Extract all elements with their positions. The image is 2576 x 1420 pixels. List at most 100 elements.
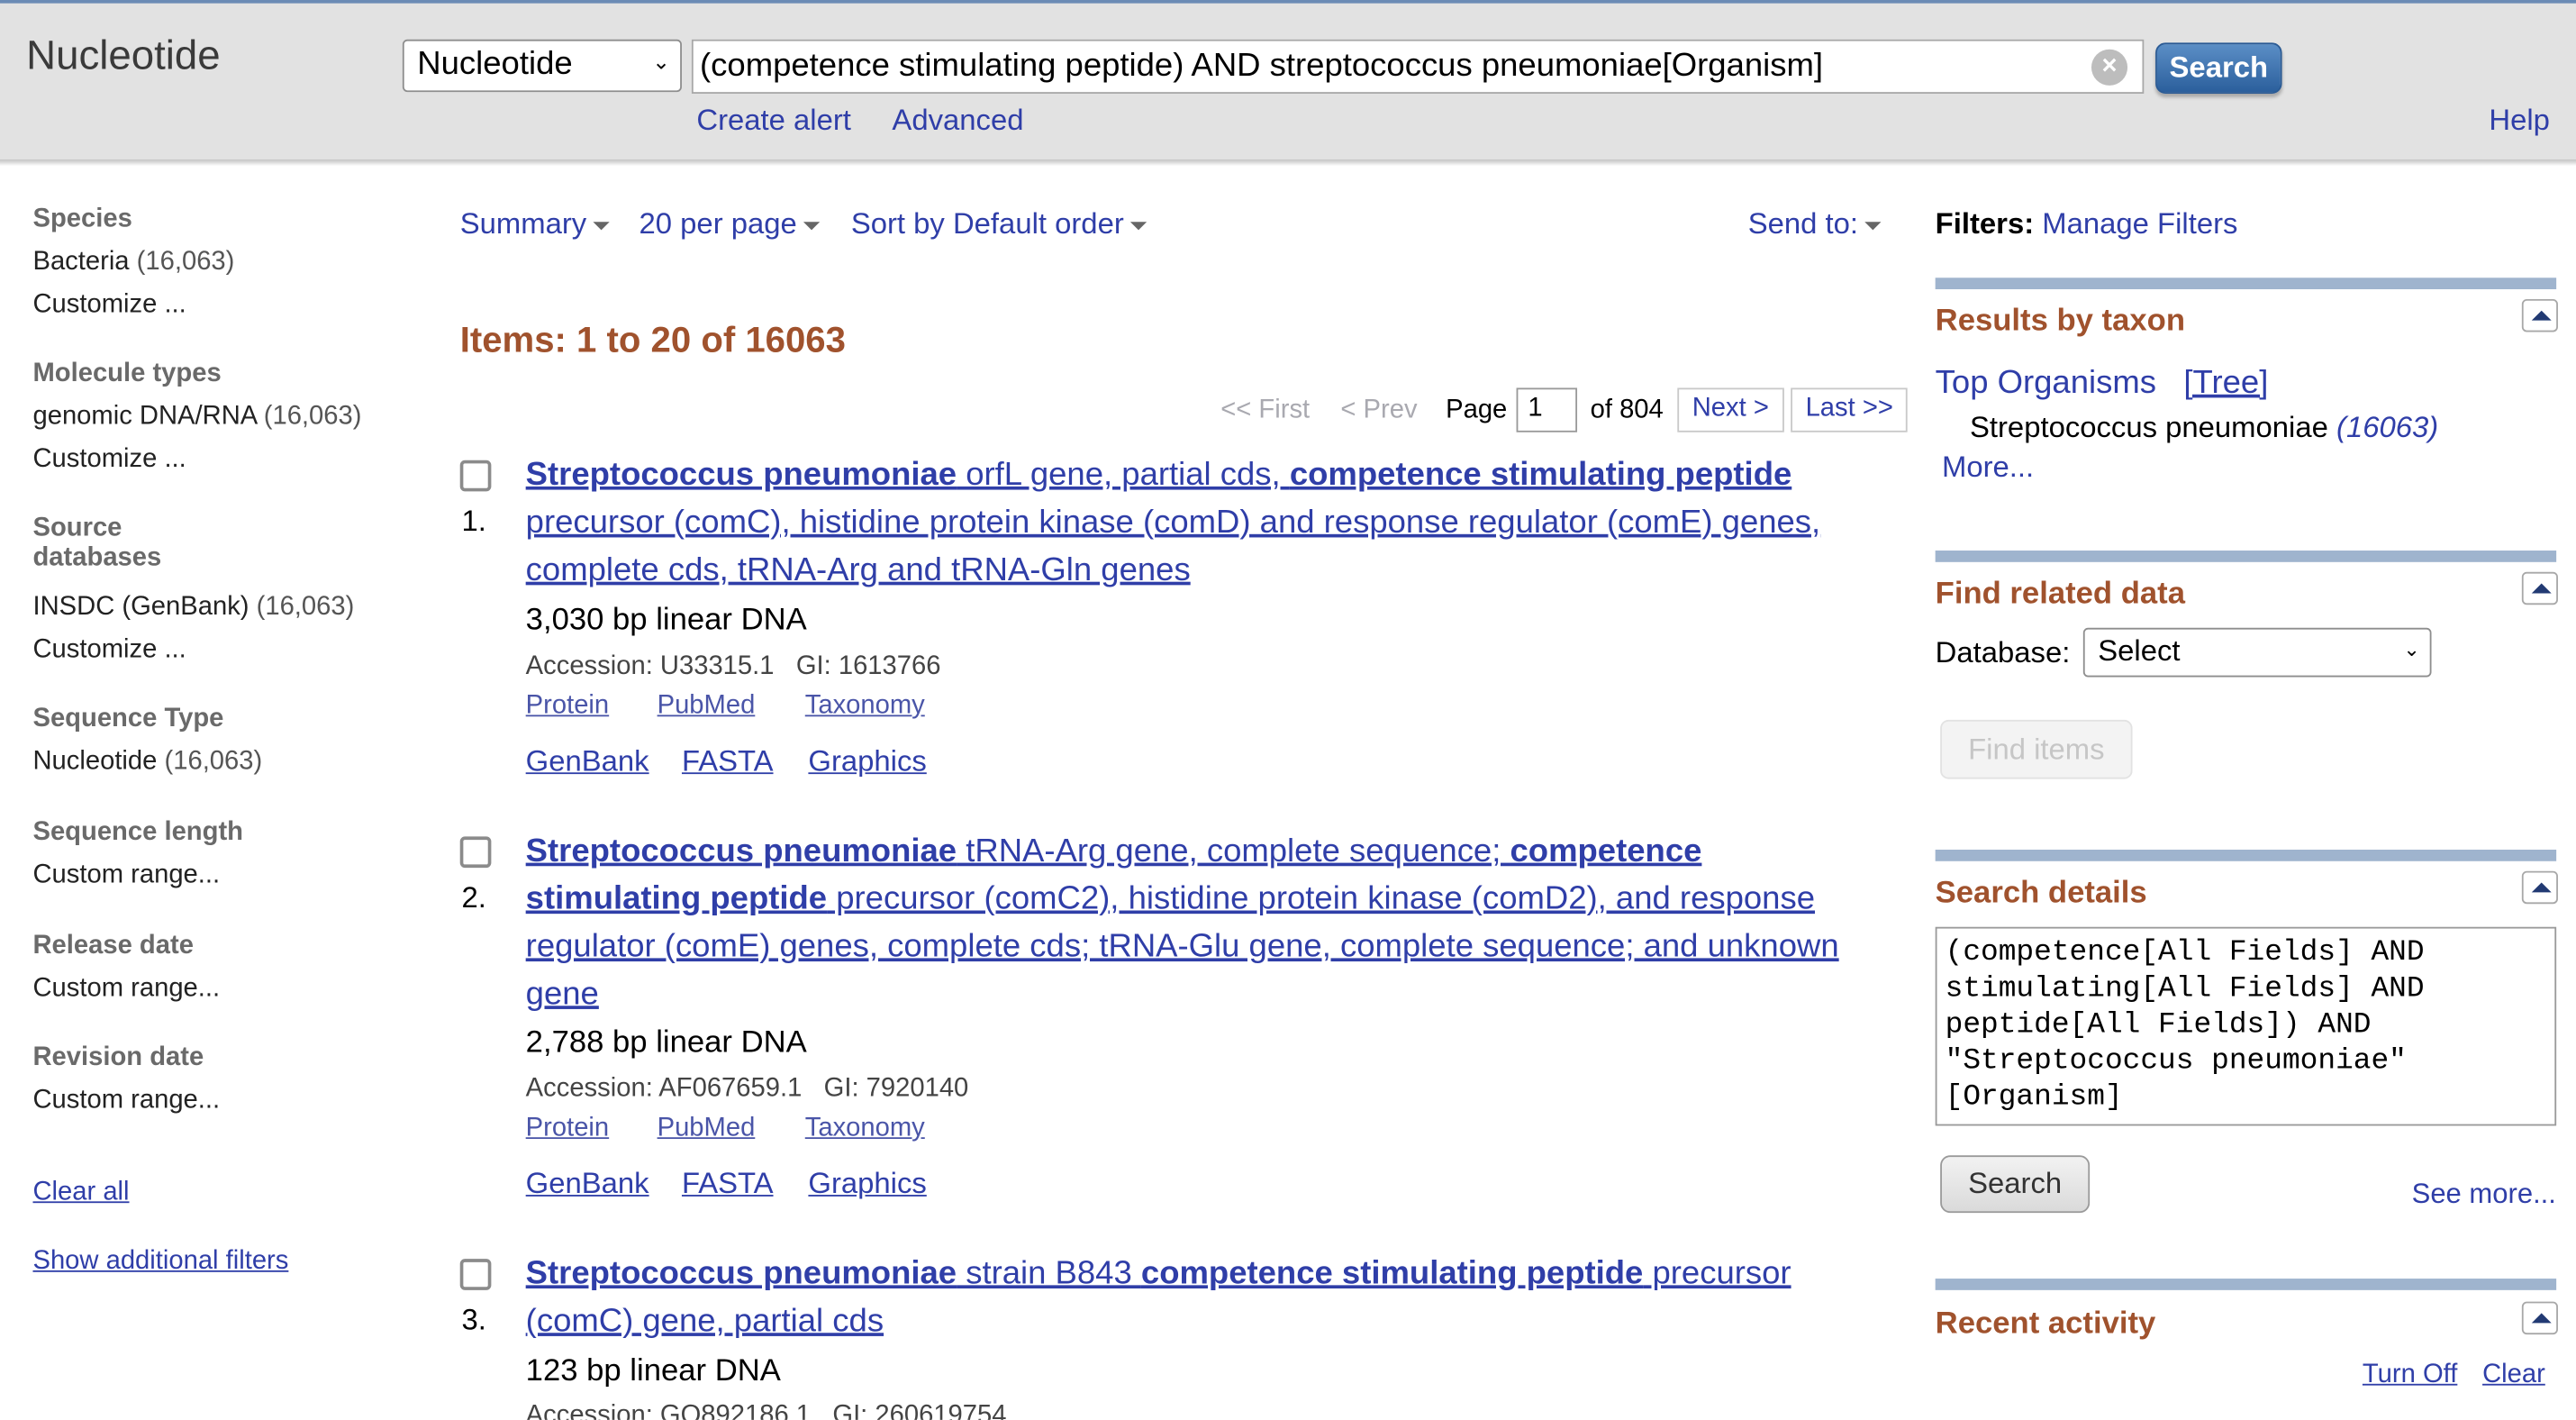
filters-label: Filters: [1935, 206, 2035, 241]
result-accession: Accession: U33315.1 GI: 1613766 [526, 652, 941, 682]
clear-recent-link[interactable]: Clear [2482, 1361, 2545, 1390]
create-alert-link[interactable]: Create alert [696, 104, 851, 138]
help-link[interactable]: Help [2489, 104, 2550, 138]
sequence-type-value: Nucleotide [32, 747, 158, 776]
per-page-dropdown-icon [803, 221, 821, 230]
show-additional-filters-link[interactable]: Show additional filters [32, 1247, 288, 1277]
database-label: Database: [1935, 635, 2071, 669]
species-count: (16,063) [136, 248, 235, 277]
manage-filters-link[interactable]: Manage Filters [2042, 207, 2237, 240]
pubmed-link[interactable]: PubMed [658, 1115, 756, 1144]
result-title-link[interactable]: Streptococcus pneumoniae orfL gene, part… [526, 452, 1890, 596]
sort-menu-label: Sort by Default order [850, 206, 1124, 241]
taxonomy-tree-link[interactable]: [Tree] [2183, 365, 2268, 401]
search-details-textarea[interactable]: (competence[All Fields] AND stimulating[… [1935, 926, 2557, 1126]
result-number: 2. [461, 880, 486, 915]
related-database-select[interactable]: Select ⌄ [2082, 627, 2432, 678]
database-select[interactable]: Nucleotide ⌄ [402, 39, 682, 93]
collapse-icon[interactable] [2521, 571, 2558, 605]
graphics-link[interactable]: Graphics [808, 744, 926, 778]
chevron-down-icon: ⌄ [652, 49, 671, 75]
pubmed-link[interactable]: PubMed [658, 692, 756, 722]
source-filter-insdc[interactable]: INSDC (GenBank) (16,063) [32, 593, 354, 623]
result-title-link[interactable]: Streptococcus pneumoniae strain B843 com… [526, 1251, 1890, 1346]
find-items-button: Find items [1940, 719, 2133, 779]
header-shadow [0, 160, 2576, 167]
result-title-link[interactable]: Streptococcus pneumoniae tRNA-Arg gene, … [526, 828, 1890, 1019]
clear-all-filters-link[interactable]: Clear all [32, 1179, 129, 1208]
title-segment: competence stimulating peptide [1289, 457, 1792, 494]
organism-row[interactable]: Streptococcus pneumoniae (16063) [1970, 411, 2438, 445]
taxonomy-link[interactable]: Taxonomy [805, 692, 925, 722]
title-segment: precursor (comC2), histidine protein kin… [827, 880, 1816, 917]
sequence-type-count: (16,063) [164, 747, 263, 776]
result-length: 3,030 bp linear DNA [525, 603, 807, 638]
clear-search-icon[interactable]: × [2091, 49, 2128, 86]
section-divider [1935, 850, 2557, 861]
turn-off-link[interactable]: Turn Off [2363, 1361, 2457, 1390]
protein-link[interactable]: Protein [526, 1115, 609, 1144]
molecule-customize-link[interactable]: Customize ... [32, 445, 186, 475]
filters-row: Filters: Manage Filters [1936, 207, 2238, 241]
genbank-link[interactable]: GenBank [526, 744, 649, 778]
title-line: (comC) gene, partial cds [526, 1298, 1890, 1346]
species-heading: Species [32, 205, 132, 234]
collapse-icon[interactable] [2521, 1301, 2558, 1335]
organism-count: (16063) [2336, 411, 2439, 444]
title-segment: Streptococcus pneumoniae [525, 833, 957, 869]
source-heading-line-1: Source [32, 514, 122, 542]
top-organisms-link[interactable]: Top Organisms [1936, 365, 2156, 401]
molecule-value: genomic DNA/RNA [32, 402, 257, 431]
recent-activity-heading: Recent activity [1935, 1306, 2156, 1342]
genbank-link[interactable]: GenBank [526, 1167, 649, 1201]
revision-date-heading: Revision date [32, 1043, 204, 1072]
revision-date-custom-range[interactable]: Custom range... [32, 1087, 220, 1116]
sort-dropdown-icon [1130, 221, 1147, 230]
pager-last-button[interactable]: Last >> [1791, 387, 1909, 432]
result-checkbox[interactable] [459, 836, 492, 869]
fasta-link[interactable]: FASTA [682, 1167, 774, 1201]
section-divider [1935, 551, 2557, 562]
per-page-menu[interactable]: 20 per page [639, 207, 821, 241]
accession-text: Accession: AF067659.1 [525, 1074, 803, 1103]
see-more-link[interactable]: See more... [2412, 1179, 2556, 1211]
pager-next-button[interactable]: Next > [1677, 387, 1784, 432]
result-checkbox[interactable] [459, 460, 492, 492]
sequence-length-custom-range[interactable]: Custom range... [32, 861, 220, 891]
sequence-type-filter[interactable]: Nucleotide (16,063) [32, 748, 262, 778]
sequence-length-heading: Sequence length [32, 818, 244, 847]
molecule-filter-genomic[interactable]: genomic DNA/RNA (16,063) [32, 403, 361, 432]
protein-link[interactable]: Protein [526, 692, 609, 722]
format-menu-label: Summary [459, 206, 587, 241]
result-checkbox[interactable] [459, 1259, 492, 1290]
collapse-icon[interactable] [2521, 870, 2558, 905]
page-number-input[interactable]: 1 [1516, 387, 1578, 432]
advanced-search-link[interactable]: Advanced [892, 104, 1023, 138]
search-details-search-button[interactable]: Search [1940, 1155, 2091, 1214]
species-filter-bacteria[interactable]: Bacteria (16,063) [32, 248, 234, 278]
species-customize-link[interactable]: Customize ... [32, 291, 186, 321]
search-button[interactable]: Search [2155, 42, 2282, 94]
gi-text: GI: 7920140 [823, 1074, 969, 1103]
fasta-link[interactable]: FASTA [682, 744, 774, 778]
release-date-custom-range[interactable]: Custom range... [32, 975, 220, 1005]
source-heading-line-2: databases [32, 543, 162, 572]
release-date-heading: Release date [32, 932, 194, 960]
format-dropdown-icon [593, 221, 610, 230]
source-customize-link[interactable]: Customize ... [32, 636, 186, 666]
collapse-icon[interactable] [2521, 298, 2558, 332]
title-segment: (comC) gene, partial cds [525, 1303, 884, 1340]
title-segment: stimulating peptide [525, 880, 828, 917]
more-organisms-link[interactable]: More... [1942, 451, 2034, 485]
send-to-menu[interactable]: Send to: [1748, 207, 1882, 241]
find-related-data-heading: Find related data [1935, 577, 2185, 612]
chevron-down-icon: ⌄ [2403, 637, 2420, 661]
section-divider [1935, 1279, 2557, 1290]
result-length: 2,788 bp linear DNA [525, 1025, 807, 1060]
title-line: Streptococcus pneumoniae orfL gene, part… [526, 452, 1890, 500]
graphics-link[interactable]: Graphics [808, 1167, 926, 1201]
format-menu[interactable]: Summary [460, 207, 610, 241]
search-input[interactable]: (competence stimulating peptide) AND str… [691, 39, 2145, 94]
taxonomy-link[interactable]: Taxonomy [805, 1115, 925, 1144]
sort-menu[interactable]: Sort by Default order [851, 207, 1147, 241]
